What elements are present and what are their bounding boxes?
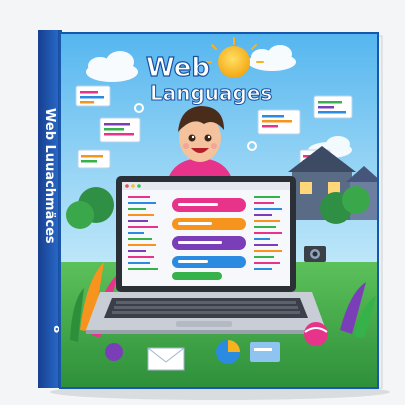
code-window-icon [99,117,141,143]
laptop [86,176,326,334]
ui-pills [172,198,246,280]
code-window-icon [77,149,111,169]
cover-title-line2: Languages [150,81,272,105]
pie-chart-icon [216,340,240,364]
code-window-icon [75,85,111,107]
envelope-icon [147,347,185,371]
code-window-icon [257,109,301,135]
code-window-icon [313,95,353,119]
camera-icon [304,246,326,262]
cover-title-line1: Web [146,53,210,83]
book-cover: Web Languages [59,32,379,389]
spine-title: Web Luuachmäces [42,108,57,244]
card-icon [250,342,280,362]
